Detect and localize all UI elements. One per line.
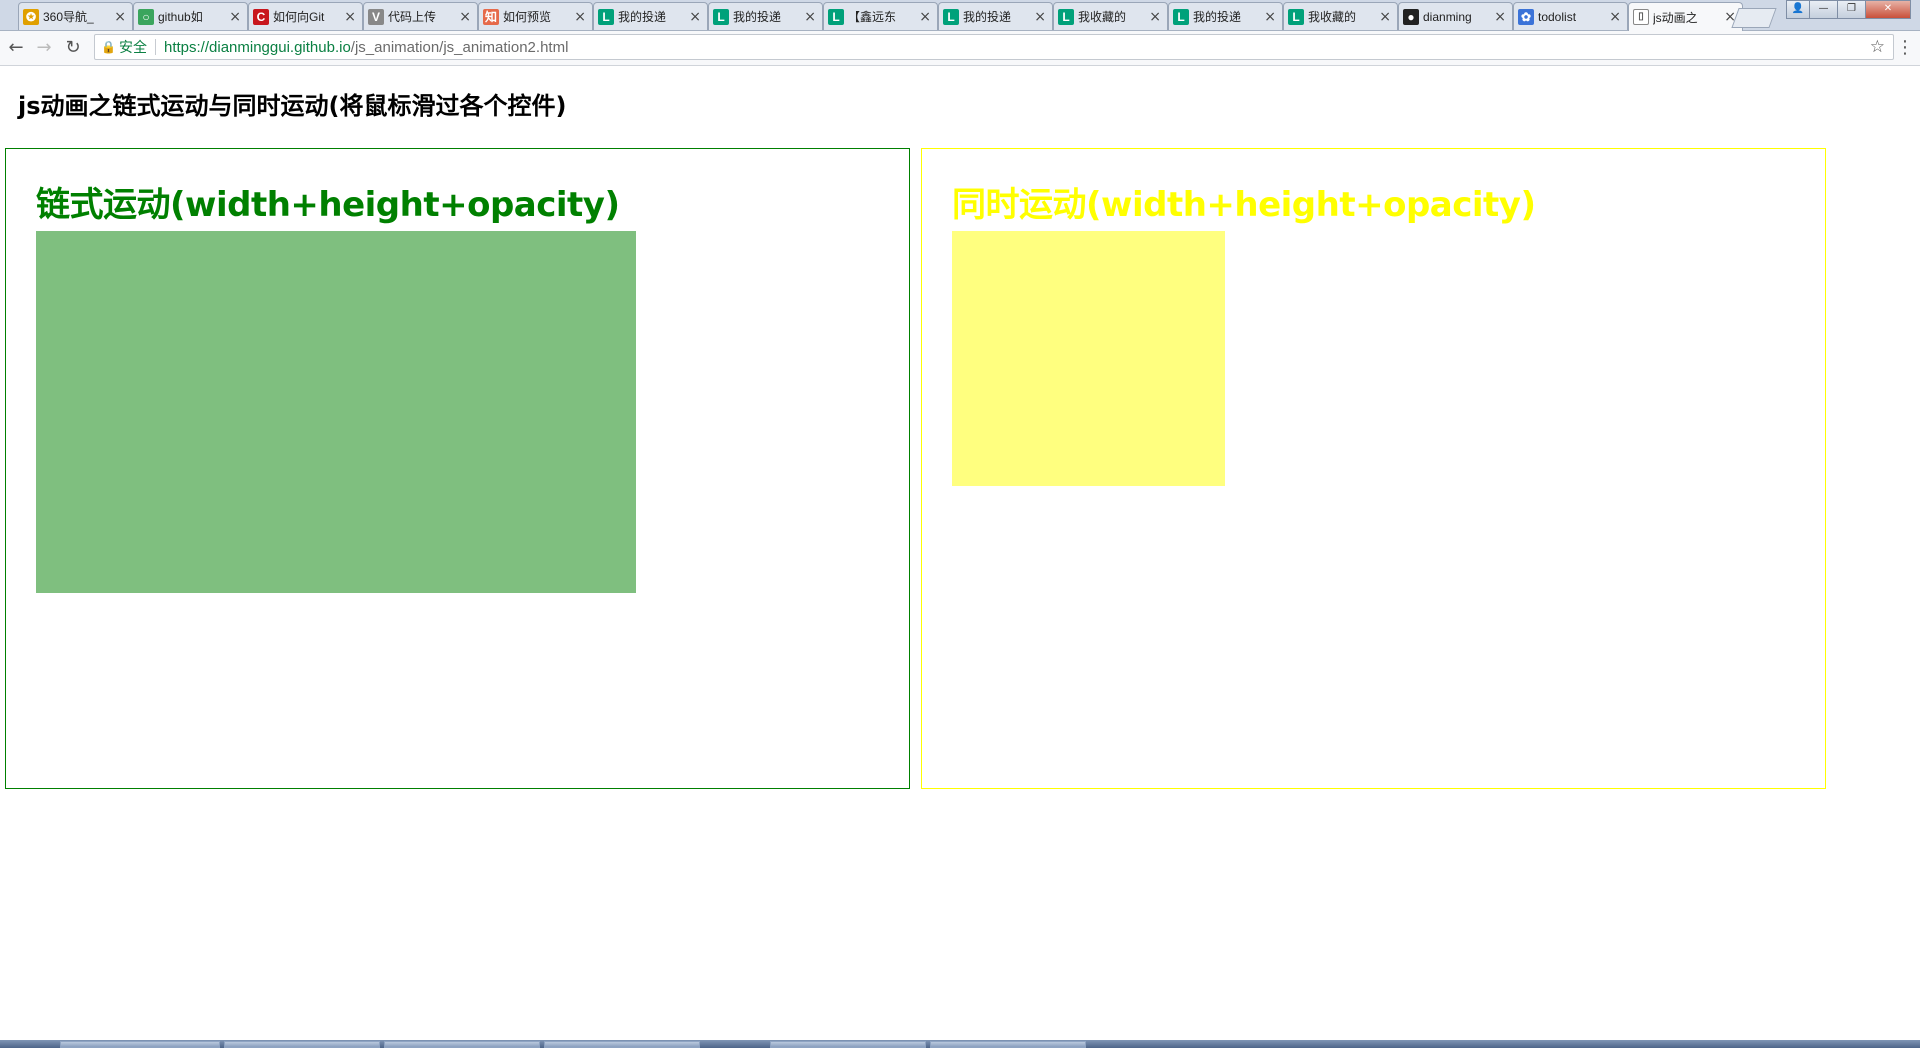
tab-favicon-icon: L [598,8,614,25]
tab-close-icon[interactable]: × [344,9,356,25]
tab-favicon-icon: ▯ [1633,9,1649,25]
reload-icon[interactable]: ↻ [61,36,85,60]
tab-title: 我的投递 [618,10,667,24]
browser-tab[interactable]: ● dianming × [1398,2,1513,30]
tab-close-icon[interactable]: × [1149,9,1161,25]
tab-title: 我收藏的 [1078,10,1127,24]
tab-close-icon[interactable]: × [459,9,471,25]
tab-close-icon[interactable]: × [229,9,241,25]
browser-tab[interactable]: L 我收藏的 × [1053,2,1168,30]
simultaneous-motion-box[interactable] [952,231,1225,486]
tab-favicon-icon: L [1288,8,1304,25]
browser-tab[interactable]: ○ github如 × [133,2,248,30]
window-close-icon[interactable]: ✕ [1865,0,1911,19]
browser-tab[interactable]: L 我的投递 × [1168,2,1283,30]
tab-title: 我的投递 [1193,10,1242,24]
tab-close-icon[interactable]: × [919,9,931,25]
minimize-icon[interactable]: — [1809,0,1838,19]
simultaneous-motion-heading: 同时运动(width+height+opacity) [952,185,1536,225]
tab-close-icon[interactable]: × [1494,9,1506,25]
tab-title: 我的投递 [963,10,1012,24]
tab-favicon-icon: ✪ [23,8,39,25]
browser-tab[interactable]: L 【鑫远东 × [823,2,938,30]
taskbar-item[interactable] [224,1041,380,1048]
tab-favicon-icon: 知 [483,8,499,25]
lock-icon: 🔒 [101,40,116,54]
browser-tab[interactable]: C 如何向Git × [248,2,363,30]
tab-favicon-icon: L [1173,8,1189,25]
tab-favicon-icon: L [828,8,844,25]
tab-close-icon[interactable]: × [1379,9,1391,25]
star-icon[interactable]: ☆ [1870,37,1885,57]
more-vert-icon[interactable]: ⋮ [1896,36,1914,60]
window-controls: 👤 — ❐ ✕ [1786,0,1911,19]
browser-toolbar: ← → ↻ 🔒 安全 https://dianminggui.github.io… [0,31,1920,66]
browser-tab[interactable]: 知如何预览 × [478,2,593,30]
tab-favicon-icon: L [713,8,729,25]
tab-favicon-icon: L [1058,8,1074,25]
tab-favicon-icon: ● [1403,8,1419,25]
url-host: https://dianminggui.github.io [164,38,351,56]
tab-title: dianming [1423,9,1472,24]
taskbar-item[interactable] [384,1041,540,1048]
browser-tab[interactable]: ✿ todolist × [1513,2,1628,30]
tab-title: github如 [158,10,203,24]
restore-icon[interactable]: ❐ [1837,0,1866,19]
url-path: /js_animation/js_animation2.html [350,38,569,56]
browser-tab[interactable]: ✪ 360导航_ × [18,2,133,30]
tab-favicon-icon: V [368,8,384,25]
address-bar[interactable]: 🔒 安全 https://dianminggui.github.io/js_an… [94,34,1894,60]
chain-motion-panel: 链式运动(width+height+opacity) [5,148,910,789]
taskbar-item[interactable] [770,1041,926,1048]
forward-arrow-icon[interactable]: → [32,36,56,60]
browser-tab[interactable]: L 我的投递 × [593,2,708,30]
tab-close-icon[interactable]: × [1264,9,1276,25]
security-label: 安全 [119,39,147,55]
tab-title: 我收藏的 [1308,10,1357,24]
tab-close-icon[interactable]: × [114,9,126,25]
address-divider [155,39,156,55]
taskbar-item[interactable] [544,1041,700,1048]
browser-tab[interactable]: V 代码上传 × [363,2,478,30]
profile-icon[interactable]: 👤 [1786,0,1810,19]
page-title: js动画之链式运动与同时运动(将鼠标滑过各个控件) [18,92,567,120]
tab-close-icon[interactable]: × [1609,9,1621,25]
browser-tab[interactable]: L 我的投递 × [708,2,823,30]
tab-close-icon[interactable]: × [1034,9,1046,25]
tab-strip: ✪ 360导航_ × ○ github如 × C 如何向Git × V 代码上传 × 知如何预览 × L 我的… [0,0,1920,31]
chain-motion-heading: 链式运动(width+height+opacity) [36,185,620,225]
tab-favicon-icon: C [253,8,269,25]
simultaneous-motion-panel: 同时运动(width+height+opacity) [921,148,1826,789]
tab-title: todolist [1538,9,1577,24]
tab-favicon-icon: L [943,8,959,25]
tab-title: 如何预览 [503,10,552,24]
tab-title: 如何向Git [273,10,325,24]
tab-close-icon[interactable]: × [804,9,816,25]
new-tab-button[interactable] [1731,8,1777,28]
browser-tab[interactable]: ▯ js动画之 × [1628,2,1743,31]
tab-title: 我的投递 [733,10,782,24]
browser-tab[interactable]: L 我收藏的 × [1283,2,1398,30]
tab-title: 【鑫远东 [848,10,897,24]
chain-motion-box[interactable] [36,231,636,593]
tab-close-icon[interactable]: × [689,9,701,25]
taskbar-item[interactable] [60,1041,220,1048]
tab-title: js动画之 [1653,10,1698,25]
tab-title: 代码上传 [388,10,437,24]
back-arrow-icon[interactable]: ← [4,36,28,60]
taskbar-item[interactable] [930,1041,1086,1048]
tab-favicon-icon: ○ [138,8,154,25]
browser-tab[interactable]: L 我的投递 × [938,2,1053,30]
tab-title: 360导航_ [43,10,94,24]
tab-close-icon[interactable]: × [574,9,586,25]
os-taskbar [0,1040,1920,1048]
tab-favicon-icon: ✿ [1518,8,1534,25]
